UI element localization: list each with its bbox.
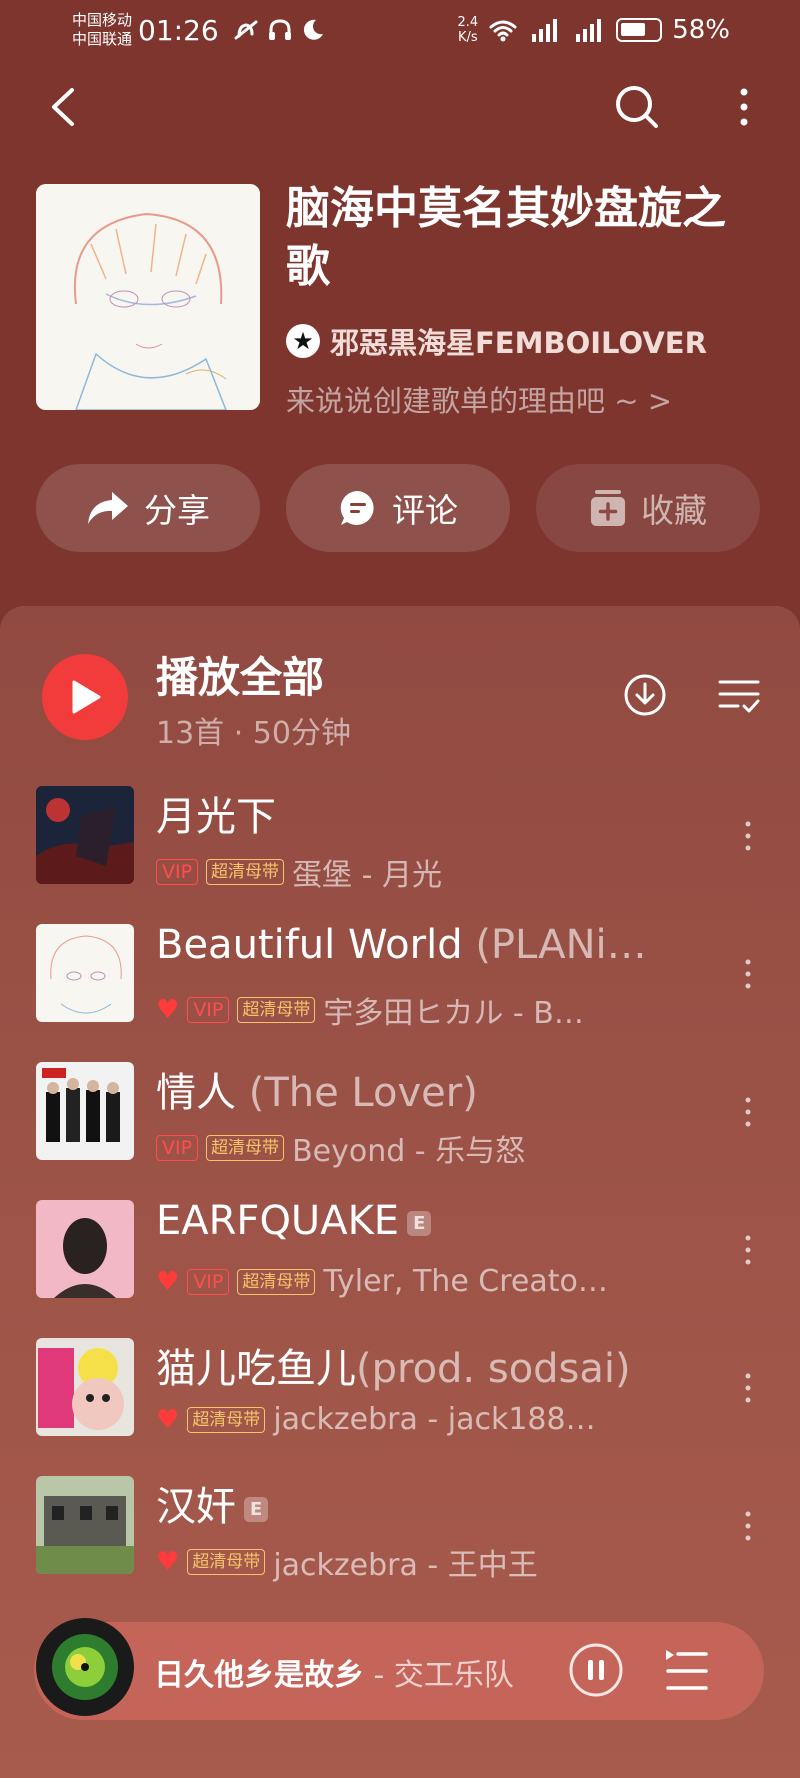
song-artist-album: jackzebra - 王中王: [273, 1548, 538, 1583]
play-all-button[interactable]: [42, 654, 128, 740]
hq-badge: 超清母带: [206, 1135, 285, 1161]
song-meta-row: ♥ VIP 超清母带 Tyler, The Creato…: [156, 1264, 608, 1299]
vip-badge: VIP: [187, 1268, 230, 1295]
now-playing-artist: - 交工乐队: [364, 1658, 514, 1693]
vip-badge: VIP: [187, 997, 230, 1023]
explicit-badge: E: [244, 1496, 269, 1522]
song-meta-row: ♥ VIP 超清母带 宇多田ヒカル - B…: [156, 988, 584, 1032]
song-title: 猫儿吃鱼儿(prod. sodsai): [156, 1346, 631, 1392]
playlist-queue-icon[interactable]: [664, 1648, 710, 1694]
song-row[interactable]: 月光下 VIP 超清母带 蛋堡 - 月光: [0, 786, 800, 906]
song-artist-album: 宇多田ヒカル - B…: [323, 996, 584, 1031]
heart-icon: ♥: [156, 1266, 180, 1297]
song-meta-row: ♥ 超清母带 jackzebra - 王中王: [156, 1540, 538, 1584]
network-speed: 2.4 K/s: [457, 15, 479, 45]
song-more-icon[interactable]: [736, 1092, 760, 1132]
headphones-icon: [268, 19, 291, 40]
nav-bar: [0, 76, 800, 136]
song-more-icon[interactable]: [736, 954, 760, 994]
song-thumb: [36, 786, 134, 884]
song-more-icon[interactable]: [736, 816, 760, 856]
now-playing-disc[interactable]: [36, 1618, 134, 1716]
action-buttons: 分享 评论 收藏: [36, 464, 760, 552]
song-meta-row: VIP 超清母带 蛋堡 - 月光: [156, 850, 442, 894]
song-thumb: [36, 924, 134, 1022]
explicit-badge: E: [407, 1210, 432, 1236]
song-thumb: [36, 1200, 134, 1298]
status-time: 01:26: [138, 13, 219, 47]
collect-button[interactable]: 收藏: [536, 464, 760, 552]
song-row[interactable]: Beautiful World (PLANi… ♥ VIP 超清母带 宇多田ヒカ…: [0, 922, 800, 1044]
song-artist-album: Beyond - 乐与怒: [292, 1134, 526, 1169]
more-vertical-icon[interactable]: [722, 82, 766, 132]
creator-row[interactable]: ★ 邪惡黒海星FEMBOILOVER: [286, 320, 707, 362]
battery-icon: [616, 18, 663, 42]
creator-name[interactable]: 邪惡黒海星FEMBOILOVER: [330, 320, 707, 362]
heart-icon: ♥: [156, 1404, 180, 1435]
hq-badge: 超清母带: [237, 1268, 316, 1295]
song-row[interactable]: 猫儿吃鱼儿(prod. sodsai) ♥ 超清母带 jackzebra - j…: [0, 1338, 800, 1458]
heart-icon: ♥: [156, 1547, 180, 1577]
vip-badge: VIP: [156, 859, 199, 885]
mini-player[interactable]: 日久他乡是故乡 - 交工乐队: [34, 1618, 764, 1720]
song-title: 月光下: [156, 794, 276, 840]
vip-badge: VIP: [156, 1135, 199, 1161]
creator-avatar[interactable]: ★: [286, 324, 320, 358]
hq-badge: 超清母带: [206, 859, 285, 885]
heart-icon: ♥: [156, 995, 180, 1025]
song-title: EARFQUAKE E: [156, 1198, 686, 1244]
song-more-icon[interactable]: [736, 1230, 760, 1270]
comment-button[interactable]: 评论: [286, 464, 510, 552]
song-artist-album: 蛋堡 - 月光: [292, 858, 442, 893]
song-list-panel: [0, 606, 800, 1778]
song-row[interactable]: 汉奸 E ♥ 超清母带 jackzebra - 王中王: [0, 1476, 800, 1596]
song-meta-row: ♥ 超清母带 jackzebra - jack188…: [156, 1402, 596, 1437]
cover-art: [36, 184, 260, 410]
playlist-cover[interactable]: [36, 184, 260, 410]
moon-icon: [303, 19, 323, 40]
playlist-description[interactable]: 来说说创建歌单的理由吧 ~ >: [286, 378, 672, 420]
song-title: 汉奸 E: [156, 1474, 686, 1532]
hq-badge: 超清母带: [187, 1549, 266, 1575]
hq-badge: 超清母带: [187, 1406, 266, 1433]
share-button[interactable]: 分享: [36, 464, 260, 552]
song-meta-row: VIP 超清母带 Beyond - 乐与怒: [156, 1126, 525, 1170]
silent-icon: [234, 20, 258, 40]
song-row[interactable]: 情人 (The Lover) VIP 超清母带 Beyond - 乐与怒: [0, 1062, 800, 1182]
play-all-label[interactable]: 播放全部: [156, 644, 324, 705]
song-artist-album: jackzebra - jack188…: [273, 1402, 596, 1437]
song-more-icon[interactable]: [736, 1368, 760, 1408]
song-thumb: [36, 1338, 134, 1436]
search-icon[interactable]: [612, 82, 662, 132]
carrier-2: 中国联通: [72, 30, 133, 48]
signal-icon-2: [576, 19, 602, 42]
pause-icon[interactable]: [568, 1642, 624, 1698]
song-thumb: [36, 1062, 134, 1160]
song-more-icon[interactable]: [736, 1506, 760, 1546]
song-title: Beautiful World (PLANi…: [156, 922, 647, 968]
multi-select-icon[interactable]: [716, 674, 762, 718]
song-row[interactable]: EARFQUAKE E ♥ VIP 超清母带 Tyler, The Creato…: [0, 1198, 800, 1320]
carrier-labels: 中国移动 中国联通: [72, 11, 132, 49]
wifi-icon: [489, 20, 517, 42]
song-thumb: [36, 1476, 134, 1574]
download-icon[interactable]: [622, 672, 668, 718]
share-icon: [88, 492, 128, 524]
playlist-title: 脑海中莫名其妙盘旋之歌: [286, 183, 726, 292]
play-icon: [72, 680, 101, 714]
battery-percent: 58%: [672, 15, 730, 45]
back-icon[interactable]: [40, 82, 90, 132]
signal-icon-1: [532, 19, 558, 42]
hq-badge: 超清母带: [237, 997, 316, 1023]
carrier-1: 中国移动: [72, 11, 133, 29]
now-playing-text[interactable]: 日久他乡是故乡 - 交工乐队: [154, 1650, 514, 1694]
comment-icon: [340, 490, 374, 525]
song-artist-album: Tyler, The Creato…: [323, 1264, 608, 1299]
status-bar: 中国移动 中国联通 01:26 2.4 K/s 58%: [0, 0, 800, 60]
song-title: 情人 (The Lover): [156, 1070, 478, 1116]
playlist-meta: 13首 · 50分钟: [156, 716, 351, 751]
now-playing-title: 日久他乡是故乡: [154, 1658, 364, 1693]
collect-icon: [591, 490, 625, 526]
